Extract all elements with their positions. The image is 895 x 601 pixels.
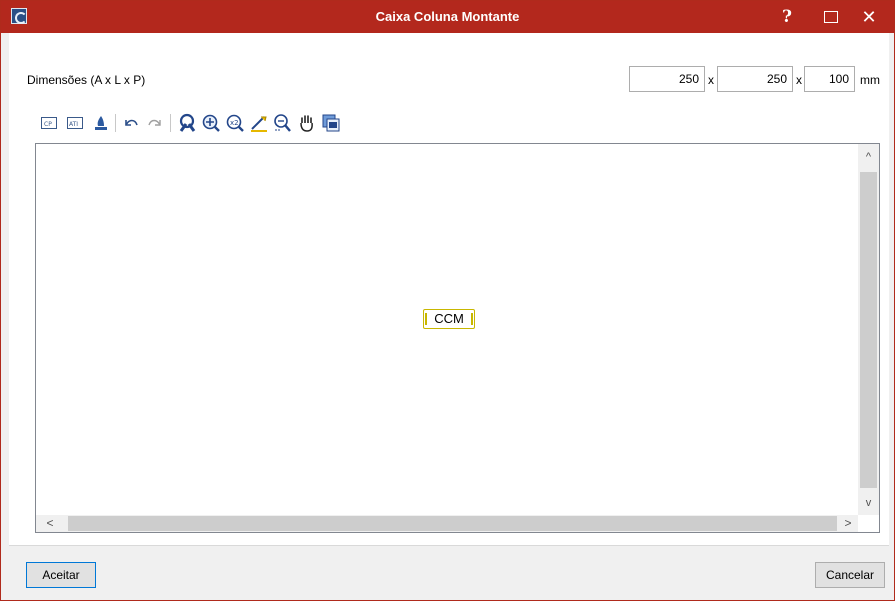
ccm-element[interactable]: CCM — [423, 309, 475, 329]
close-button[interactable]: ✕ — [851, 1, 887, 33]
svg-text:CP: CP — [44, 121, 52, 128]
footer-divider — [9, 545, 889, 546]
scroll-left-icon[interactable]: < — [40, 515, 60, 532]
horizontal-scroll-thumb[interactable] — [68, 516, 837, 531]
toolbar-separator — [170, 114, 171, 132]
ati-icon[interactable]: ATI — [64, 112, 86, 134]
svg-text:ATI: ATI — [69, 121, 78, 128]
zoom-in-icon[interactable]: x2 — [224, 112, 246, 134]
window-title: Caixa Coluna Montante — [375, 9, 520, 24]
select-icon[interactable] — [176, 112, 198, 134]
layers-icon[interactable] — [320, 112, 342, 134]
width-input[interactable]: 250 — [717, 66, 793, 92]
maximize-icon — [824, 10, 838, 23]
vertical-scroll-thumb[interactable] — [860, 172, 877, 488]
help-button[interactable]: ? — [769, 1, 805, 33]
pan-icon[interactable] — [296, 112, 318, 134]
undo-icon[interactable] — [120, 112, 142, 134]
measure-icon[interactable] — [248, 112, 270, 134]
title-bar[interactable]: Caixa Coluna Montante ? ✕ — [1, 1, 894, 33]
toolbar-separator — [115, 114, 116, 132]
x-separator: x — [708, 73, 714, 87]
svg-text:x2: x2 — [230, 119, 239, 127]
redo-icon[interactable] — [144, 112, 166, 134]
x-separator: x — [796, 73, 802, 87]
scroll-down-icon[interactable]: v — [858, 493, 879, 513]
scroll-up-icon[interactable]: ^ — [858, 147, 879, 167]
depth-input[interactable]: 100 — [804, 66, 855, 92]
dimensions-label: Dimensões (A x L x P) — [27, 73, 146, 87]
maximize-button[interactable] — [813, 1, 849, 33]
cancel-button[interactable]: Cancelar — [815, 562, 885, 588]
height-input[interactable]: 250 — [629, 66, 705, 92]
accept-button[interactable]: Aceitar — [26, 562, 96, 588]
zoom-extents-icon[interactable] — [272, 112, 294, 134]
scroll-right-icon[interactable]: > — [838, 515, 858, 532]
drawing-canvas[interactable] — [35, 143, 880, 533]
cp-icon[interactable]: CP — [38, 112, 60, 134]
zoom-window-icon[interactable] — [200, 112, 222, 134]
paint-icon[interactable] — [90, 112, 112, 134]
unit-label: mm — [860, 73, 880, 87]
